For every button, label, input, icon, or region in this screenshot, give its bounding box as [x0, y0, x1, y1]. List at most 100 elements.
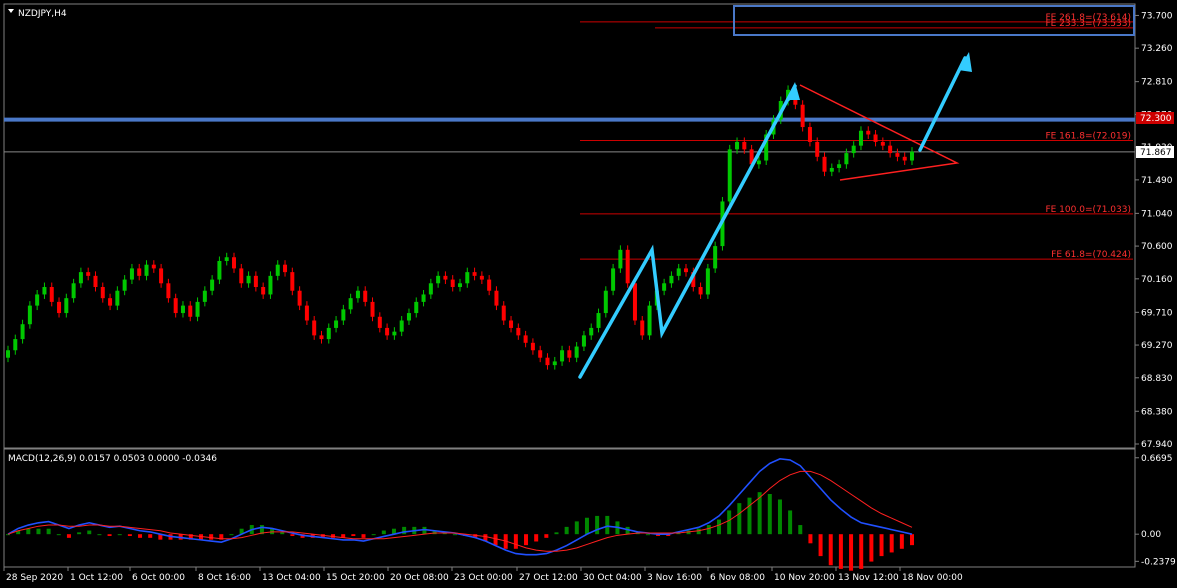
histogram-bar — [381, 530, 386, 535]
candle — [625, 245, 630, 288]
candle — [800, 100, 805, 132]
candle — [275, 260, 280, 281]
fib-level-label: FE 100.0=(71.033) — [1045, 205, 1131, 215]
candle — [392, 327, 397, 340]
price-tick-label: 67.940 — [1141, 440, 1173, 450]
candle — [188, 301, 193, 322]
candle — [530, 338, 535, 355]
impulse-arrows[interactable] — [578, 56, 967, 379]
candle — [348, 293, 353, 314]
candle — [611, 263, 616, 296]
candle — [13, 334, 18, 355]
histogram-bar — [77, 532, 82, 535]
arrowhead-icon — [958, 52, 972, 72]
time-axis: 28 Sep 2020 1 Oct 12:00 6 Oct 00:00 8 Oct 1… — [3, 567, 963, 583]
candle — [472, 267, 477, 281]
time-tick-label: 13 Nov 12:00 — [838, 573, 899, 583]
histogram-bar — [747, 497, 752, 535]
candle — [297, 286, 302, 311]
price-tick-label: 71.490 — [1141, 176, 1173, 186]
price-tick-label: 70.600 — [1141, 242, 1173, 252]
histogram-bar — [595, 515, 600, 535]
time-tick-label: 20 Oct 08:00 — [390, 573, 449, 583]
histogram-bar — [56, 534, 61, 536]
candle — [545, 353, 550, 370]
histogram-bar — [97, 534, 102, 536]
histogram-bar — [605, 515, 610, 535]
candle — [574, 342, 579, 363]
histogram-bar — [402, 526, 407, 535]
histogram-bar — [87, 530, 92, 535]
price-tick-label: 71.040 — [1141, 209, 1173, 219]
candle — [334, 316, 339, 333]
symbol-menu-icon[interactable] — [8, 9, 14, 13]
candle — [35, 289, 40, 311]
histogram-bar — [910, 534, 914, 546]
histogram-bar — [798, 525, 803, 535]
candle — [93, 271, 98, 292]
candle — [406, 308, 411, 325]
candle — [523, 330, 528, 348]
candle — [727, 144, 732, 206]
candle — [355, 286, 360, 303]
histogram-bar — [574, 521, 579, 535]
candle — [27, 301, 32, 329]
histogram-bar — [879, 534, 884, 557]
candle — [684, 263, 688, 277]
price-axis: 73.70073.26072.81072.37071.93071.49071.0… — [1135, 11, 1173, 450]
candle — [552, 356, 557, 370]
candle — [377, 312, 382, 333]
candle — [137, 263, 142, 281]
candle — [436, 271, 441, 288]
candle — [159, 263, 164, 288]
macd-axis: 0.6695 0.00 -0.2379 — [1135, 454, 1176, 567]
histogram-bar — [828, 534, 833, 566]
price-tick-label: 70.160 — [1141, 275, 1173, 285]
impulse-wave-arrow — [578, 84, 797, 379]
histogram-bar — [493, 534, 498, 546]
candle — [115, 286, 120, 311]
candle — [6, 345, 10, 363]
candlestick-series — [6, 85, 914, 370]
histogram-bar — [788, 510, 793, 535]
candle — [224, 252, 229, 266]
candle — [122, 275, 127, 296]
histogram-bar — [6, 534, 10, 536]
candle — [261, 282, 266, 299]
candle — [713, 241, 718, 273]
candle — [108, 293, 113, 311]
candle — [144, 260, 149, 281]
candle — [385, 323, 390, 340]
time-tick-label: 8 Oct 16:00 — [198, 573, 251, 583]
histogram-bar — [290, 534, 295, 537]
fib-level-label: FE 161.8=(72.019) — [1045, 132, 1131, 142]
candle — [662, 278, 667, 296]
candle — [20, 319, 25, 344]
histogram-bar — [127, 534, 132, 537]
candle — [589, 323, 594, 340]
histogram-bar — [26, 528, 31, 535]
price-tick-label: 68.380 — [1141, 407, 1173, 417]
histogram-bar — [66, 534, 71, 538]
candle — [312, 316, 317, 340]
candle — [669, 271, 674, 288]
candle — [501, 301, 506, 325]
histogram-bar — [107, 534, 112, 537]
candle — [822, 152, 827, 177]
price-tick-label: 68.830 — [1141, 374, 1173, 384]
candle — [450, 275, 455, 292]
histogram-bar — [717, 519, 722, 535]
histogram-bar — [513, 534, 518, 549]
candle — [166, 278, 171, 303]
candle — [304, 301, 309, 325]
histogram-bar — [544, 534, 549, 538]
candle — [78, 267, 83, 288]
candle — [902, 152, 907, 165]
histogram-bar — [838, 534, 843, 569]
time-tick-label: 28 Sep 2020 — [6, 573, 63, 583]
candle — [202, 286, 207, 307]
histogram-bar — [584, 517, 589, 535]
histogram-bar — [280, 532, 285, 535]
chart-canvas[interactable]: NZDJPY,H4 FE 261.8=(73.614)FE 233.3=(73.… — [0, 0, 1177, 588]
histogram-bar — [696, 528, 701, 535]
